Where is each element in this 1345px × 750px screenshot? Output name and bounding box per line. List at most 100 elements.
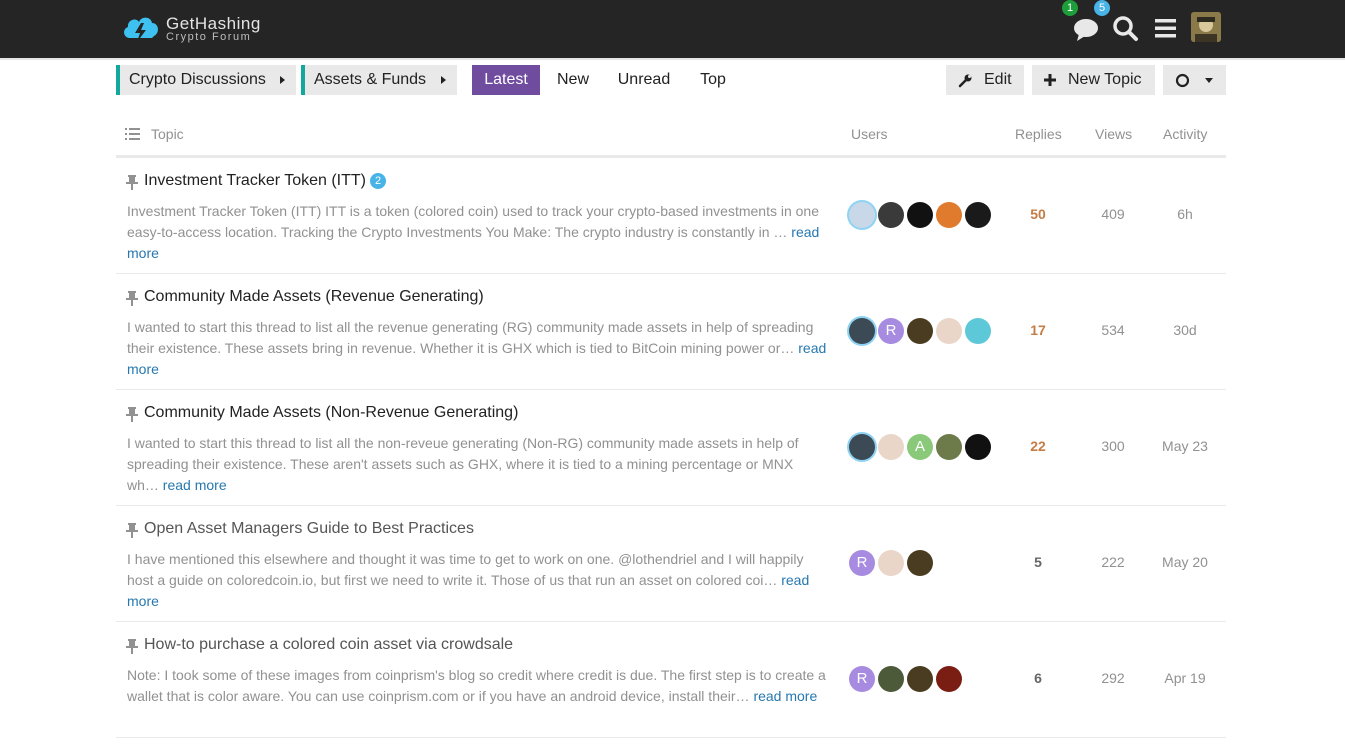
user-avatar[interactable] — [936, 202, 962, 228]
excerpt-text: I wanted to start this thread to list al… — [127, 319, 814, 356]
column-header-activity[interactable]: Activity — [1163, 126, 1207, 142]
breadcrumb-category-assets-funds[interactable]: Assets & Funds — [301, 65, 457, 95]
excerpt-text: I have mentioned this elsewhere and thou… — [127, 551, 804, 588]
unread-posts-badge[interactable]: 2 — [370, 173, 386, 189]
site-header: GetHashing Crypto Forum 1 5 — [0, 0, 1345, 60]
breadcrumb-category-crypto-discussions[interactable]: Crypto Discussions — [116, 65, 296, 95]
user-avatar[interactable]: R — [878, 318, 904, 344]
user-avatar[interactable] — [878, 550, 904, 576]
topic-row[interactable]: Community Made Assets (Non-Revenue Gener… — [116, 390, 1226, 506]
chat-icon[interactable] — [1070, 12, 1102, 44]
search-icon[interactable] — [1110, 12, 1142, 44]
topic-row[interactable]: How-to purchase a colored coin asset via… — [116, 622, 1226, 738]
column-header-topic[interactable]: Topic — [151, 126, 184, 142]
user-avatar[interactable] — [936, 318, 962, 344]
column-header-replies[interactable]: Replies — [1015, 126, 1062, 142]
user-avatar[interactable]: A — [907, 434, 933, 460]
topic-title-text[interactable]: How-to purchase a colored coin asset via… — [144, 636, 513, 653]
tab-latest[interactable]: Latest — [472, 65, 540, 95]
circle-outline-icon — [1175, 73, 1190, 88]
replies-count[interactable]: 6 — [1006, 670, 1070, 686]
read-more-link[interactable]: read more — [163, 477, 227, 493]
topic-excerpt: I wanted to start this thread to list al… — [127, 433, 827, 496]
user-avatar[interactable] — [878, 666, 904, 692]
user-avatar[interactable] — [849, 434, 875, 460]
replies-count[interactable]: 50 — [1006, 206, 1070, 222]
user-avatar[interactable] — [936, 666, 962, 692]
messages-badge[interactable]: 1 — [1062, 0, 1078, 16]
topic-title[interactable]: Investment Tracker Token (ITT) 2 — [144, 172, 386, 190]
edit-label: Edit — [984, 71, 1012, 88]
views-count: 222 — [1101, 554, 1125, 570]
user-avatar[interactable] — [965, 318, 991, 344]
user-avatar[interactable] — [965, 202, 991, 228]
user-avatar[interactable] — [878, 202, 904, 228]
user-avatar[interactable] — [907, 318, 933, 344]
topic-row[interactable]: Community Made Assets (Revenue Generatin… — [116, 274, 1226, 390]
user-avatar[interactable] — [965, 434, 991, 460]
notifications-badge[interactable]: 5 — [1094, 0, 1110, 16]
menu-icon[interactable] — [1150, 12, 1182, 44]
replies-count[interactable]: 17 — [1006, 322, 1070, 338]
breadcrumb-label: Assets & Funds — [314, 71, 427, 88]
magnifier-shape — [1113, 16, 1138, 41]
replies-count[interactable]: 22 — [1006, 438, 1070, 454]
user-avatar[interactable]: R — [849, 550, 875, 576]
views-count: 300 — [1101, 438, 1125, 454]
pin-icon — [126, 291, 138, 306]
user-avatar[interactable] — [849, 202, 875, 228]
pin-icon — [126, 639, 138, 654]
user-avatar[interactable]: R — [849, 666, 875, 692]
user-avatar[interactable] — [907, 202, 933, 228]
topic-title-text[interactable]: Open Asset Managers Guide to Best Practi… — [144, 520, 474, 537]
excerpt-text: I wanted to start this thread to list al… — [127, 435, 799, 493]
topic-title[interactable]: Community Made Assets (Revenue Generatin… — [144, 288, 484, 306]
user-avatar[interactable] — [907, 666, 933, 692]
activity-time[interactable]: May 20 — [1152, 554, 1218, 570]
topic-title[interactable]: Open Asset Managers Guide to Best Practi… — [144, 520, 474, 538]
tab-new[interactable]: New — [549, 65, 597, 95]
user-avatar[interactable] — [907, 550, 933, 576]
topic-row[interactable]: Open Asset Managers Guide to Best Practi… — [116, 506, 1226, 622]
logo-subtitle: Crypto Forum — [166, 31, 252, 43]
new-topic-button[interactable]: New Topic — [1032, 65, 1155, 95]
pin-icon — [126, 175, 138, 190]
edit-category-button[interactable]: Edit — [946, 65, 1024, 95]
excerpt-text: Note: I took some of these images from c… — [127, 667, 826, 704]
user-avatar[interactable] — [936, 434, 962, 460]
list-icon — [125, 128, 140, 140]
user-avatar[interactable] — [849, 318, 875, 344]
topic-title[interactable]: How-to purchase a colored coin asset via… — [144, 636, 513, 654]
current-user-avatar[interactable] — [1191, 12, 1221, 42]
topic-excerpt: Note: I took some of these images from c… — [127, 665, 827, 707]
site-logo[interactable]: GetHashing Crypto Forum — [120, 10, 280, 46]
views-count: 409 — [1101, 206, 1125, 222]
topic-title-text[interactable]: Community Made Assets (Non-Revenue Gener… — [144, 404, 518, 421]
activity-time[interactable]: 30d — [1152, 322, 1218, 338]
user-avatar[interactable] — [878, 434, 904, 460]
caret-down-icon — [1205, 78, 1213, 83]
replies-count[interactable]: 5 — [1006, 554, 1070, 570]
topic-title-text[interactable]: Community Made Assets (Revenue Generatin… — [144, 288, 484, 305]
activity-time[interactable]: Apr 19 — [1152, 670, 1218, 686]
wrench-icon — [958, 74, 972, 88]
caret-right-icon — [441, 76, 446, 84]
activity-time[interactable]: May 23 — [1152, 438, 1218, 454]
hamburger-shape — [1155, 19, 1176, 38]
topic-title-text[interactable]: Investment Tracker Token (ITT) — [144, 172, 366, 189]
column-header-views[interactable]: Views — [1095, 126, 1132, 142]
cloud-bolt-icon — [124, 17, 158, 42]
tab-unread[interactable]: Unread — [609, 65, 679, 95]
notification-level-dropdown[interactable] — [1163, 65, 1226, 95]
user-portrait-shape — [1191, 12, 1221, 42]
column-header-users: Users — [851, 126, 888, 142]
topic-row[interactable]: Investment Tracker Token (ITT) 2 Investme… — [116, 158, 1226, 274]
pin-icon — [126, 523, 138, 538]
topic-excerpt: I have mentioned this elsewhere and thou… — [127, 549, 827, 612]
topic-title[interactable]: Community Made Assets (Non-Revenue Gener… — [144, 404, 518, 422]
read-more-link[interactable]: read more — [753, 688, 817, 704]
caret-right-icon — [280, 76, 285, 84]
views-count: 292 — [1101, 670, 1125, 686]
tab-top[interactable]: Top — [691, 65, 735, 95]
activity-time[interactable]: 6h — [1152, 206, 1218, 222]
